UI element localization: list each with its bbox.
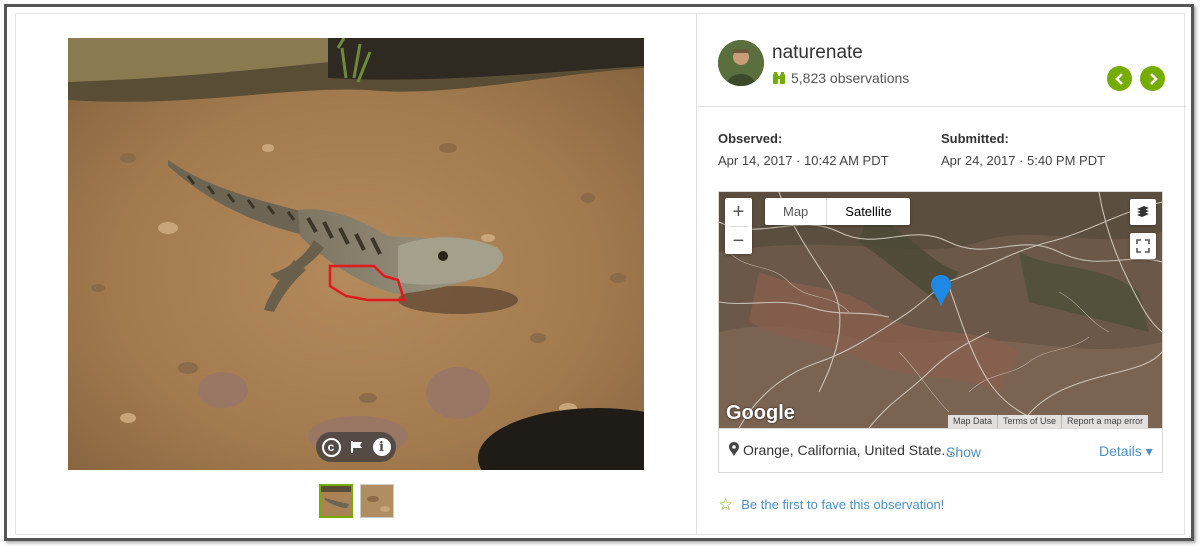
photo-controls: c i [316, 432, 396, 462]
zoom-out-button[interactable]: − [725, 227, 752, 255]
map-type-satellite[interactable]: Satellite [826, 198, 909, 225]
observation-nav [1107, 66, 1165, 91]
observed-value: Apr 14, 2017 · 10:42 AM PDT [718, 153, 889, 168]
chevron-left-icon[interactable] [1107, 66, 1132, 91]
copyright-icon[interactable]: c [321, 437, 341, 457]
map-footer: Map Data Terms of Use Report a map error [948, 415, 1149, 428]
observation-count[interactable]: 5,823 observations [772, 70, 909, 86]
map-data-link[interactable]: Map Data [948, 415, 997, 428]
avatar[interactable] [718, 40, 764, 86]
location-text: Orange, California, United State... [743, 442, 954, 458]
star-icon: ☆ [718, 495, 734, 514]
show-location-link[interactable]: Show [946, 444, 981, 460]
map-marker-icon[interactable] [931, 275, 951, 307]
fullscreen-icon[interactable] [1130, 233, 1156, 259]
fave-label: Be the first to fave this observation! [741, 497, 945, 512]
observation-count-label: 5,823 observations [791, 70, 910, 86]
details-dropdown[interactable]: Details ▾ [1099, 443, 1153, 460]
thumbnail-1[interactable] [319, 484, 353, 518]
username[interactable]: naturenate [772, 42, 863, 64]
observation-frame: c i naturenate 5,823 observations Observ… [4, 4, 1194, 541]
column-divider [696, 14, 697, 534]
map-type-map[interactable]: Map [765, 198, 826, 225]
observation-panel: c i naturenate 5,823 observations Observ… [15, 13, 1186, 535]
thumbnail-2[interactable] [360, 484, 394, 518]
photo-thumbnails [319, 484, 394, 518]
zoom-in-button[interactable]: + [725, 198, 752, 226]
header-divider [697, 106, 1186, 107]
report-error-link[interactable]: Report a map error [1061, 415, 1148, 428]
fave-link[interactable]: ☆ Be the first to fave this observation! [718, 496, 944, 513]
flag-icon[interactable] [347, 437, 367, 457]
binoculars-icon [773, 72, 785, 84]
submitted-label: Submitted: [941, 131, 1009, 146]
observation-photo[interactable]: c i [68, 38, 644, 470]
chevron-right-icon[interactable] [1140, 66, 1165, 91]
submitted-value: Apr 24, 2017 · 5:40 PM PDT [941, 153, 1106, 168]
info-icon[interactable]: i [372, 438, 391, 456]
observed-label: Observed: [718, 131, 783, 146]
satellite-map[interactable]: + − Map Satellite Google Map Data Terms … [719, 192, 1162, 428]
google-logo: Google [726, 402, 795, 424]
map-type-control: Map Satellite [765, 198, 910, 225]
map-card: + − Map Satellite Google Map Data Terms … [718, 191, 1163, 473]
layers-icon[interactable] [1130, 199, 1156, 225]
terms-link[interactable]: Terms of Use [997, 415, 1061, 428]
location-pin-icon [729, 442, 739, 456]
location-row: Orange, California, United State... Show… [719, 428, 1162, 472]
zoom-control: + − [725, 198, 752, 254]
